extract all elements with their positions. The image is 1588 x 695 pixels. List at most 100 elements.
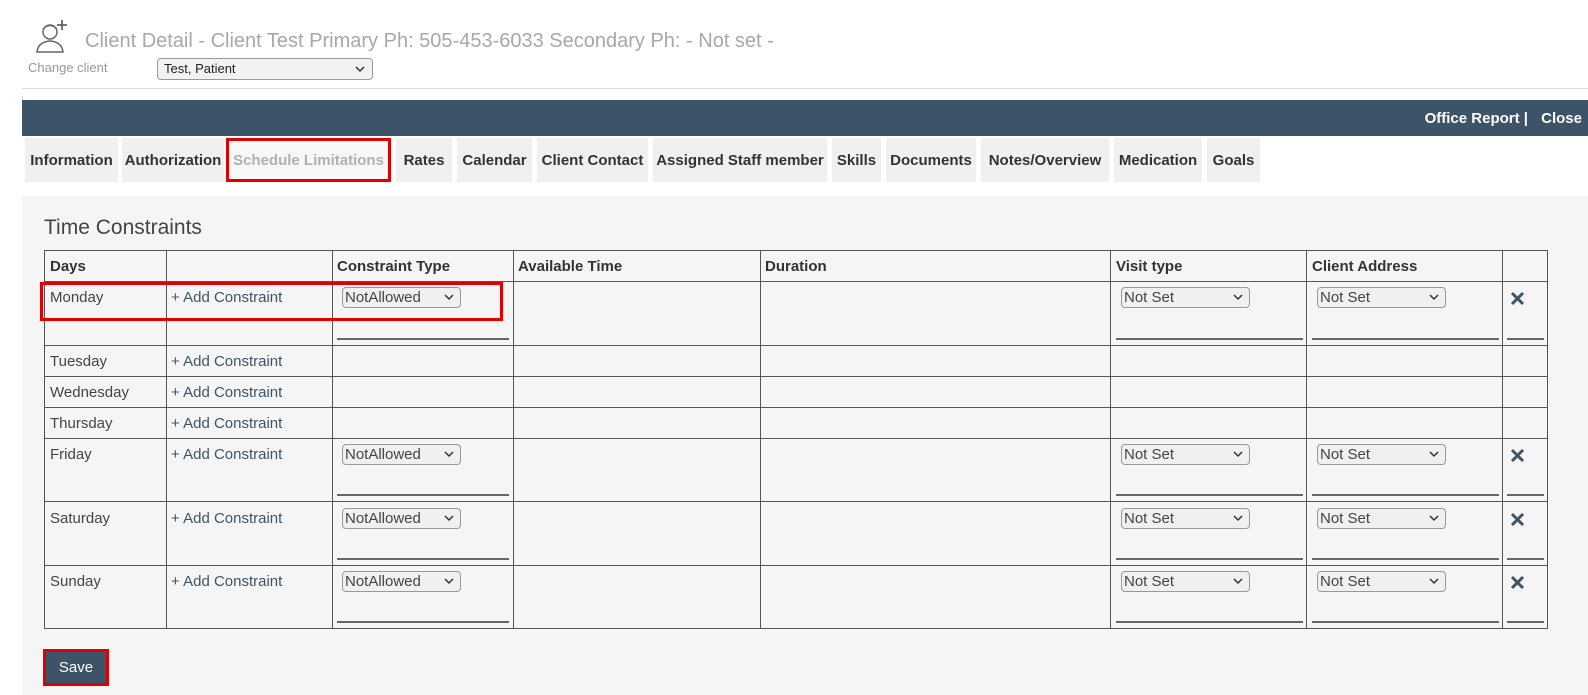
input-underline [1507,494,1544,496]
client-address-value: Not Set [1320,446,1371,463]
constraint-type-select[interactable]: NotAllowed [342,444,461,465]
column-header-visit-type: Visit type [1116,258,1183,275]
day-label: Sunday [50,573,101,590]
visit-type-select[interactable]: Not Set [1121,508,1250,529]
client-address-select[interactable]: Not Set [1317,444,1446,465]
input-underline [1312,494,1499,496]
chevron-down-icon [444,451,454,458]
input-underline [1116,338,1303,340]
add-constraint-link[interactable]: + Add Constraint [171,415,282,432]
add-constraint-link[interactable]: + Add Constraint [171,573,282,590]
tab-authorization[interactable]: Authorization [122,138,224,182]
add-constraint-link[interactable]: + Add Constraint [171,446,282,463]
visit-type-value: Not Set [1124,510,1175,527]
client-address-select[interactable]: Not Set [1317,571,1446,592]
input-underline [1507,621,1544,623]
visit-type-select[interactable]: Not Set [1121,571,1250,592]
tab-assigned-staff-member[interactable]: Assigned Staff member [653,138,827,182]
tab-documents[interactable]: Documents [886,138,976,182]
column-header-duration: Duration [765,258,827,275]
table-rule [44,407,1548,408]
add-constraint-link[interactable]: + Add Constraint [171,510,282,527]
input-underline [337,621,509,623]
table-rule [44,345,1548,346]
constraint-type-select[interactable]: NotAllowed [342,571,461,592]
constraint-type-value: NotAllowed [345,573,421,590]
table-rule [1110,250,1111,629]
client-address-value: Not Set [1320,289,1371,306]
header-divider [22,88,1588,89]
client-select[interactable]: Test, Patient [157,58,373,80]
column-header-available-time: Available Time [518,258,623,275]
input-underline [1116,558,1303,560]
add-constraint-link[interactable]: + Add Constraint [171,384,282,401]
chevron-down-icon [1233,578,1243,585]
tab-bar: Information Authorization Schedule Limit… [22,136,1588,196]
remove-constraint-icon[interactable] [1510,575,1525,590]
client-select-value: Test, Patient [164,61,236,76]
table-rule [44,565,1548,566]
tab-schedule-limitations[interactable]: Schedule Limitations [226,138,391,182]
tab-goals[interactable]: Goals [1207,138,1260,182]
input-underline [1312,621,1499,623]
page-header: Client Detail - Client Test Primary Ph: … [0,0,1588,96]
chevron-down-icon [1233,515,1243,522]
chevron-down-icon [1233,451,1243,458]
remove-constraint-icon[interactable] [1510,512,1525,527]
chevron-down-icon [1429,578,1439,585]
table-rule [760,250,761,629]
table-rule [44,628,1548,629]
day-label: Tuesday [50,353,107,370]
input-underline [337,338,509,340]
remove-constraint-icon[interactable] [1510,291,1525,306]
table-rule [513,250,514,629]
table-rule [44,376,1548,377]
table-rule [1306,250,1307,629]
tab-calendar[interactable]: Calendar [457,138,532,182]
highlight-box [40,282,503,321]
tab-information[interactable]: Information [25,138,118,182]
tab-skills[interactable]: Skills [832,138,881,182]
chevron-down-icon [1429,451,1439,458]
client-address-value: Not Set [1320,573,1371,590]
input-underline [1312,558,1499,560]
column-header-constraint-type: Constraint Type [337,258,451,275]
chevron-down-icon [1233,294,1243,301]
visit-type-select[interactable]: Not Set [1121,444,1250,465]
input-underline [1507,558,1544,560]
input-underline [1116,494,1303,496]
constraint-type-value: NotAllowed [345,510,421,527]
add-constraint-link[interactable]: + Add Constraint [171,353,282,370]
tab-medication[interactable]: Medication [1114,138,1202,182]
day-label: Wednesday [50,384,129,401]
column-header-client-address: Client Address [1312,258,1418,275]
top-action-bar: Office Report | Close [22,100,1588,136]
office-report-link[interactable]: Office Report | [1425,110,1528,127]
chevron-down-icon [444,578,454,585]
table-rule [1547,250,1548,629]
client-address-value: Not Set [1320,510,1371,527]
input-underline [1507,338,1544,340]
input-underline [1116,621,1303,623]
visit-type-select[interactable]: Not Set [1121,287,1250,308]
save-button[interactable]: Save [43,649,109,686]
client-address-select[interactable]: Not Set [1317,508,1446,529]
visit-type-value: Not Set [1124,446,1175,463]
tab-client-contact[interactable]: Client Contact [537,138,648,182]
day-label: Saturday [50,510,111,527]
constraint-type-select[interactable]: NotAllowed [342,508,461,529]
tab-notes-overview[interactable]: Notes/Overview [981,138,1109,182]
client-address-select[interactable]: Not Set [1317,287,1446,308]
day-label: Thursday [50,415,113,432]
visit-type-value: Not Set [1124,289,1175,306]
remove-constraint-icon[interactable] [1510,448,1525,463]
chevron-down-icon [1429,294,1439,301]
tab-rates[interactable]: Rates [396,138,452,182]
column-header-days: Days [50,258,86,275]
client-add-icon [36,20,67,53]
day-label: Friday [50,446,92,463]
visit-type-value: Not Set [1124,573,1175,590]
table-rule [44,501,1548,502]
input-underline [337,494,509,496]
close-link[interactable]: Close [1541,110,1582,127]
